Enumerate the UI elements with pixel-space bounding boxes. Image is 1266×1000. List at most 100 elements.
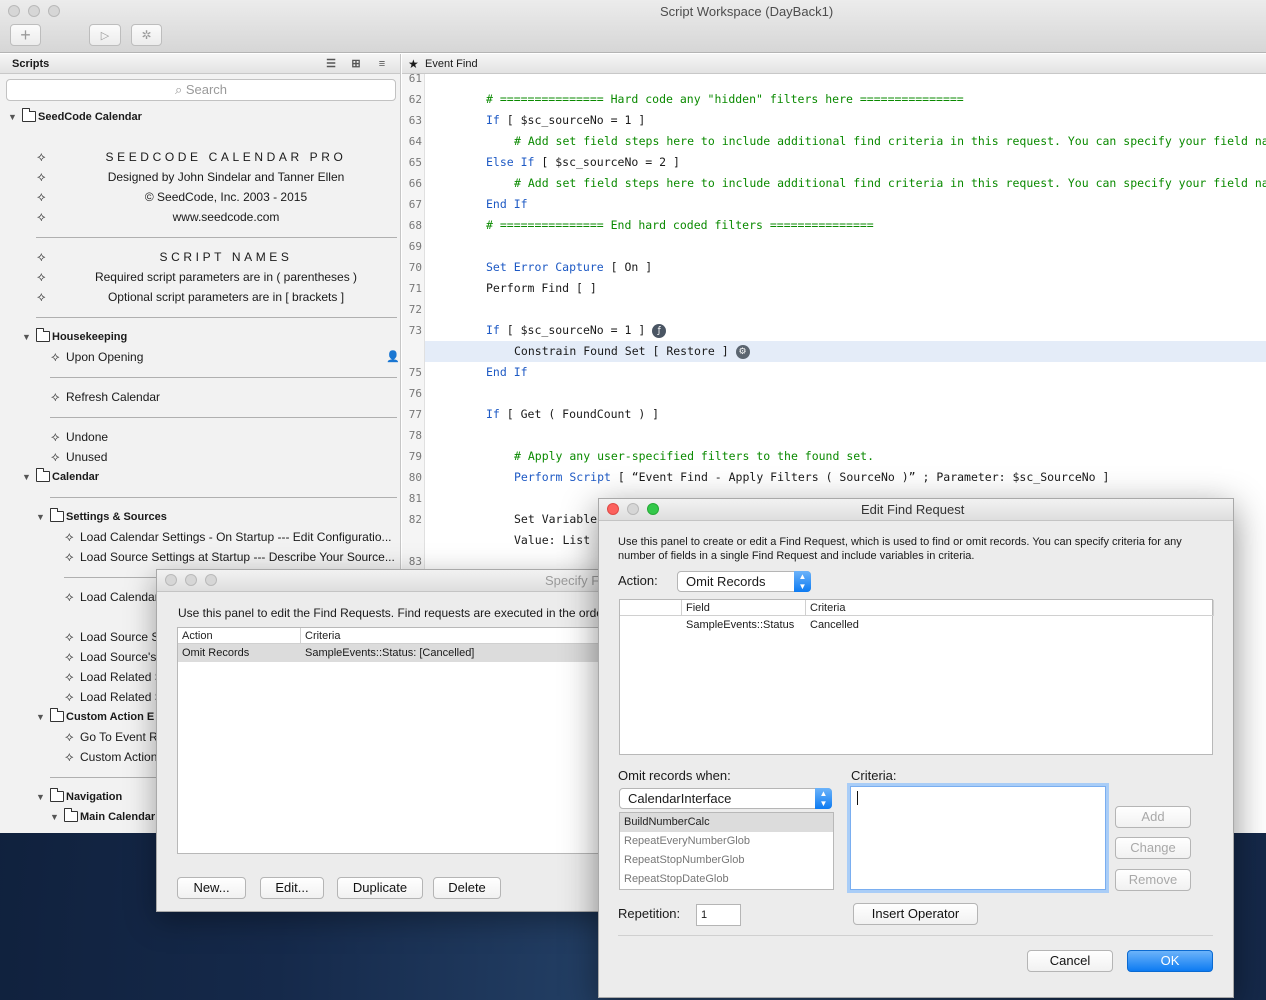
minimize-window-button[interactable]: [185, 574, 197, 586]
function-icon[interactable]: ƒ: [652, 323, 667, 338]
table-row[interactable]: SampleEvents::Status Cancelled: [620, 616, 1214, 634]
repetition-input[interactable]: 1: [696, 904, 741, 926]
code-line[interactable]: 66 # Add set field steps here to include …: [402, 173, 1266, 194]
remove-button[interactable]: Remove: [1115, 869, 1191, 891]
zoom-window-button[interactable]: [48, 5, 60, 17]
code-line[interactable]: 67 End If: [402, 194, 1266, 215]
list-item[interactable]: RepeatStopNumberGlob: [620, 851, 833, 870]
ok-button[interactable]: OK: [1127, 950, 1213, 972]
code-line[interactable]: 80 Perform Script [ “Event Find - Apply F…: [402, 467, 1266, 488]
minimize-window-button[interactable]: [28, 5, 40, 17]
action-label: Action:: [618, 573, 658, 588]
disclosure-triangle-icon[interactable]: ▼: [22, 467, 31, 487]
disclosure-triangle-icon[interactable]: ▼: [36, 707, 45, 727]
code-line[interactable]: 72: [402, 299, 1266, 320]
separator-line: [36, 317, 397, 318]
code-line[interactable]: 79 # Apply any user-specified filters to …: [402, 446, 1266, 467]
disclosure-triangle-icon[interactable]: ▼: [50, 807, 59, 827]
text-cursor: [857, 791, 858, 805]
minimize-window-button[interactable]: [627, 503, 639, 515]
code-line[interactable]: 78: [402, 425, 1266, 446]
line-number: 76: [408, 387, 422, 400]
delete-button[interactable]: Delete: [433, 877, 501, 899]
insert-operator-button[interactable]: Insert Operator: [853, 903, 978, 925]
criteria-input[interactable]: [850, 786, 1106, 890]
comment-script-7[interactable]: ⟡ Optional script parameters are in [ br…: [0, 287, 400, 307]
new-button[interactable]: New...: [177, 877, 246, 899]
duplicate-button[interactable]: Duplicate: [337, 877, 423, 899]
list-item[interactable]: RepeatStopDateGlob: [620, 870, 833, 889]
separator-icon[interactable]: ≡: [375, 58, 389, 70]
close-window-button[interactable]: [607, 503, 619, 515]
list-item[interactable]: RepeatEveryNumberGlob: [620, 832, 833, 851]
column-header-criteria[interactable]: Criteria: [806, 600, 1214, 616]
code-line[interactable]: 73 If [ $sc_sourceNo = 1 ] ƒ: [402, 320, 1266, 341]
zoom-window-button[interactable]: [205, 574, 217, 586]
script-icon: ⟡: [37, 249, 46, 264]
column-header-criteria[interactable]: Criteria: [301, 628, 615, 644]
code-line[interactable]: 75 End If: [402, 362, 1266, 383]
script-refresh-calendar[interactable]: ⟡ Refresh Calendar: [0, 387, 400, 407]
code-text: Set Variable: [514, 512, 598, 526]
column-header-action[interactable]: Action: [178, 628, 301, 644]
folder-settings-sources[interactable]: ▼ Settings & Sources: [0, 507, 400, 527]
close-window-button[interactable]: [165, 574, 177, 586]
folder-calendar[interactable]: ▼ Calendar: [0, 467, 400, 487]
gear-icon[interactable]: ⚙: [735, 344, 750, 359]
run-script-button[interactable]: ▷: [89, 24, 121, 46]
code-line[interactable]: 64 # Add set field steps here to include …: [402, 131, 1266, 152]
comment-script-3[interactable]: ⟡ © SeedCode, Inc. 2003 - 2015: [0, 187, 400, 207]
column-header-field[interactable]: Field: [682, 600, 806, 616]
fields-list[interactable]: BuildNumberCalc RepeatEveryNumberGlob Re…: [619, 812, 834, 890]
script-undone[interactable]: ⟡ Undone: [0, 427, 400, 447]
table-occurrence-select[interactable]: CalendarInterface ▲ ▼: [619, 788, 832, 809]
separator-line: [50, 497, 397, 498]
column-header-blank: [620, 600, 682, 616]
code-line[interactable]: 71 Perform Find [ ]: [402, 278, 1266, 299]
table-row[interactable]: Omit Records SampleEvents::Status: [Canc…: [178, 644, 615, 662]
script-label: Custom Action: [80, 750, 158, 764]
code-line[interactable]: 65 Else If [ $sc_sourceNo = 2 ]: [402, 152, 1266, 173]
disclosure-triangle-icon[interactable]: ▼: [8, 107, 17, 127]
comment-script-4[interactable]: ⟡ www.seedcode.com: [0, 207, 400, 227]
code-line-selected[interactable]: 74Constrain Found Set [ Restore ] ⚙: [425, 341, 1266, 362]
code-line[interactable]: 61: [402, 68, 1266, 89]
comment-script-2[interactable]: ⟡ Designed by John Sindelar and Tanner E…: [0, 167, 400, 187]
cancel-button[interactable]: Cancel: [1027, 950, 1113, 972]
action-select[interactable]: Omit Records ▲ ▼: [677, 571, 811, 592]
disclosure-triangle-icon[interactable]: ▼: [36, 507, 45, 527]
edit-button[interactable]: Edit...: [260, 877, 324, 899]
disclosure-triangle-icon[interactable]: ▼: [22, 327, 31, 347]
comment-script-1[interactable]: ⟡ SEEDCODE CALENDAR PRO: [0, 147, 400, 167]
code-text: # Apply any user-specified filters to th…: [514, 449, 875, 463]
list-item[interactable]: BuildNumberCalc: [620, 813, 833, 832]
code-line[interactable]: 63 If [ $sc_sourceNo = 1 ]: [402, 110, 1266, 131]
line-number: 81: [408, 492, 422, 505]
new-folder-icon[interactable]: ⊞: [349, 58, 363, 70]
add-button[interactable]: Add: [1115, 806, 1191, 828]
code-line[interactable]: 70 Set Error Capture [ On ]: [402, 257, 1266, 278]
code-line[interactable]: 77 If [ Get ( FoundCount ) ]: [402, 404, 1266, 425]
comment-script-5[interactable]: ⟡ SCRIPT NAMES: [0, 247, 400, 267]
change-button[interactable]: Change: [1115, 837, 1191, 859]
script-unused[interactable]: ⟡ Unused: [0, 447, 400, 467]
new-script-button[interactable]: +: [10, 24, 41, 46]
debug-script-button[interactable]: ✲: [131, 24, 162, 46]
folder-seedcode-calendar[interactable]: ▼ SeedCode Calendar: [0, 107, 400, 127]
folder-housekeeping[interactable]: ▼ Housekeeping: [0, 327, 400, 347]
close-window-button[interactable]: [8, 5, 20, 17]
field-criteria-table[interactable]: Field Criteria SampleEvents::Status Canc…: [619, 599, 1214, 755]
find-requests-table[interactable]: Action Criteria Omit Records SampleEvent…: [177, 627, 615, 854]
code-line[interactable]: 76: [402, 383, 1266, 404]
script-upon-opening[interactable]: ⟡ Upon Opening 👤: [0, 347, 400, 367]
list-view-icon[interactable]: ☰: [324, 58, 338, 70]
script-load-calendar-settings[interactable]: ⟡ Load Calendar Settings - On Startup --…: [0, 527, 400, 547]
code-line[interactable]: 69: [402, 236, 1266, 257]
code-line[interactable]: 68 # =============== End hard coded filte…: [402, 215, 1266, 236]
comment-script-6[interactable]: ⟡ Required script parameters are in ( pa…: [0, 267, 400, 287]
script-search-input[interactable]: ⌕ Search: [6, 79, 396, 101]
code-line[interactable]: 62 # =============== Hard code any "hidde…: [402, 89, 1266, 110]
zoom-window-button[interactable]: [647, 503, 659, 515]
script-load-source-settings[interactable]: ⟡ Load Source Settings at Startup --- De…: [0, 547, 400, 567]
disclosure-triangle-icon[interactable]: ▼: [36, 787, 45, 807]
